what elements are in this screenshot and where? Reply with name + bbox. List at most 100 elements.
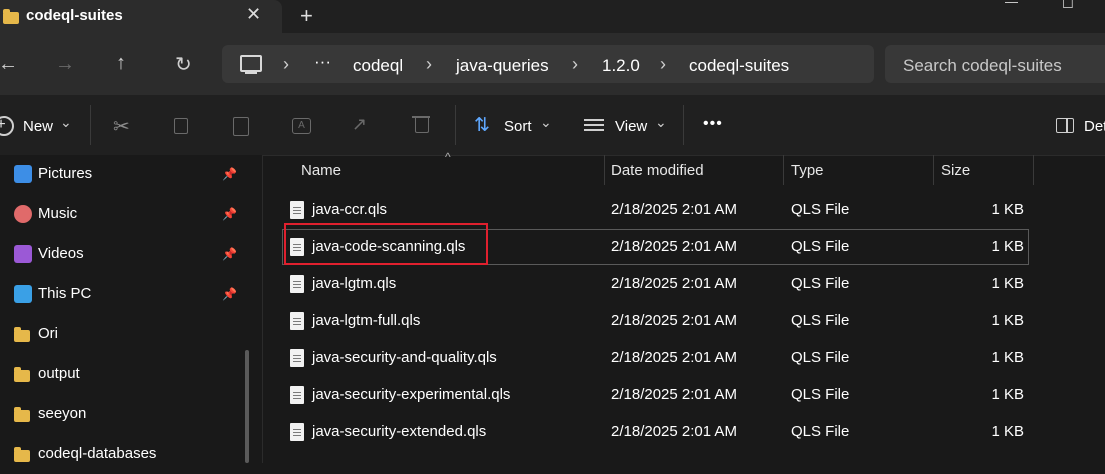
- view-chevron-icon[interactable]: ⌄: [655, 114, 667, 131]
- sidebar-item-label: codeql-databases: [38, 445, 157, 462]
- file-icon: [290, 349, 304, 367]
- new-plus-icon: +: [0, 116, 6, 133]
- sort-icon[interactable]: ⇅: [474, 114, 490, 137]
- sidebar-item-label: This PC: [38, 285, 92, 302]
- file-size: 1 KB: [991, 349, 1024, 366]
- pictures-icon: [14, 165, 32, 183]
- details-pane-icon[interactable]: [1056, 118, 1074, 133]
- file-size: 1 KB: [991, 275, 1024, 292]
- toolbar-divider: [683, 105, 684, 145]
- file-type: QLS File: [791, 423, 850, 440]
- file-type: QLS File: [791, 386, 850, 403]
- column-header-name[interactable]: Name: [301, 162, 341, 179]
- view-icon[interactable]: [584, 119, 604, 121]
- videos-icon: [14, 245, 32, 263]
- file-icon: [290, 201, 304, 219]
- breadcrumb-separator[interactable]: ›: [426, 54, 432, 75]
- file-date-modified: 2/18/2025 2:01 AM: [611, 238, 737, 255]
- column-divider[interactable]: [783, 155, 784, 185]
- file-icon: [290, 423, 304, 441]
- breadcrumb-java-queries[interactable]: java-queries: [456, 56, 549, 76]
- pin-icon[interactable]: 📌: [222, 167, 237, 181]
- toolbar-divider: [455, 105, 456, 145]
- tab-folder-icon: [3, 9, 19, 24]
- details-button[interactable]: Det: [1084, 118, 1105, 135]
- file-icon: [290, 386, 304, 404]
- back-icon[interactable]: ←: [0, 53, 18, 76]
- sort-chevron-icon[interactable]: ⌄: [540, 114, 552, 131]
- pin-icon[interactable]: 📌: [222, 287, 237, 301]
- breadcrumb-more-icon[interactable]: ···: [314, 52, 331, 72]
- breadcrumb-separator[interactable]: ›: [572, 54, 578, 75]
- new-chevron-icon[interactable]: ⌄: [60, 114, 72, 131]
- more-options-icon[interactable]: •••: [703, 115, 723, 133]
- search-input[interactable]: Search codeql-suites: [903, 56, 1062, 76]
- highlight-box: [284, 223, 488, 265]
- file-type: QLS File: [791, 201, 850, 218]
- file-size: 1 KB: [991, 423, 1024, 440]
- paste-icon[interactable]: [233, 117, 249, 136]
- command-bar: [0, 95, 1105, 156]
- column-header-date[interactable]: Date modified: [611, 162, 704, 179]
- tab-title: codeql-suites: [26, 7, 123, 24]
- sidebar-item-label: seeyon: [38, 405, 87, 422]
- copy-icon[interactable]: [174, 118, 188, 134]
- new-tab-icon[interactable]: +: [300, 3, 313, 29]
- maximize-icon[interactable]: ☐: [1062, 0, 1074, 12]
- tab-close-icon[interactable]: ✕: [246, 4, 261, 25]
- rename-icon[interactable]: A: [292, 118, 311, 134]
- sidebar-scrollbar[interactable]: [245, 350, 249, 463]
- file-type: QLS File: [791, 238, 850, 255]
- file-date-modified: 2/18/2025 2:01 AM: [611, 349, 737, 366]
- breadcrumb-separator[interactable]: ›: [283, 54, 289, 75]
- column-divider[interactable]: [604, 155, 605, 185]
- column-divider[interactable]: [1033, 155, 1034, 185]
- pin-icon[interactable]: 📌: [222, 207, 237, 221]
- up-icon[interactable]: ↑: [116, 52, 126, 75]
- folder-icon: [14, 327, 30, 342]
- file-name: java-security-experimental.qls: [312, 386, 511, 403]
- column-header-size[interactable]: Size: [941, 162, 970, 179]
- new-button[interactable]: New: [23, 118, 53, 135]
- file-date-modified: 2/18/2025 2:01 AM: [611, 386, 737, 403]
- file-icon: [290, 312, 304, 330]
- file-date-modified: 2/18/2025 2:01 AM: [611, 275, 737, 292]
- refresh-icon[interactable]: ↻: [175, 52, 192, 77]
- breadcrumb-codeql-suites[interactable]: codeql-suites: [689, 56, 789, 76]
- cut-icon[interactable]: ✂: [113, 114, 130, 139]
- folder-icon: [14, 407, 30, 422]
- sidebar-item-label: Music: [38, 205, 78, 222]
- pin-icon[interactable]: 📌: [222, 247, 237, 261]
- file-name: java-ccr.qls: [312, 201, 388, 218]
- view-button[interactable]: View: [615, 118, 647, 135]
- column-divider[interactable]: [933, 155, 934, 185]
- forward-icon[interactable]: →: [55, 53, 75, 76]
- breadcrumb-separator[interactable]: ›: [660, 54, 666, 75]
- file-date-modified: 2/18/2025 2:01 AM: [611, 201, 737, 218]
- pc-icon: [240, 55, 262, 72]
- sort-ascending-icon: ^: [445, 150, 451, 164]
- file-icon: [290, 275, 304, 293]
- folder-icon: [14, 447, 30, 462]
- toolbar-divider: [90, 105, 91, 145]
- sidebar-item-label: Videos: [38, 245, 84, 262]
- file-date-modified: 2/18/2025 2:01 AM: [611, 312, 737, 329]
- file-name: java-lgtm.qls: [312, 275, 397, 292]
- column-header-type[interactable]: Type: [791, 162, 824, 179]
- file-size: 1 KB: [991, 386, 1024, 403]
- file-type: QLS File: [791, 349, 850, 366]
- file-size: 1 KB: [991, 201, 1024, 218]
- file-size: 1 KB: [991, 312, 1024, 329]
- file-name: java-lgtm-full.qls: [312, 312, 421, 329]
- minimize-icon[interactable]: —: [1005, 0, 1018, 9]
- music-icon: [14, 205, 32, 223]
- delete-icon[interactable]: [415, 118, 429, 133]
- file-name: java-security-extended.qls: [312, 423, 487, 440]
- file-type: QLS File: [791, 312, 850, 329]
- sort-button[interactable]: Sort: [504, 118, 532, 135]
- breadcrumb-codeql[interactable]: codeql: [353, 56, 403, 76]
- share-icon[interactable]: ↗: [352, 114, 367, 135]
- file-date-modified: 2/18/2025 2:01 AM: [611, 423, 737, 440]
- breadcrumb-version[interactable]: 1.2.0: [602, 56, 640, 76]
- pc-icon-stand: [245, 72, 257, 74]
